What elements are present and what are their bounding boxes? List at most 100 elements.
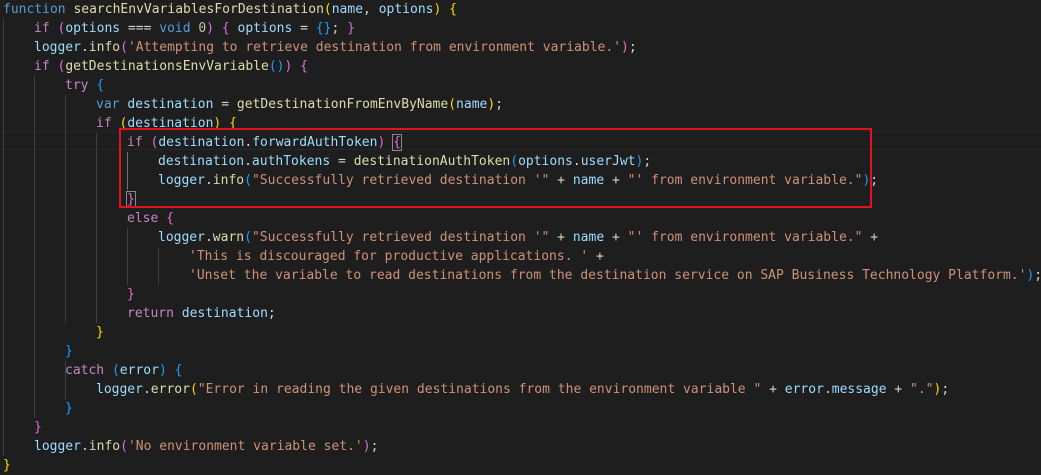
code-token: logger	[158, 230, 205, 245]
code-token: ;	[370, 439, 379, 454]
code-token: name	[331, 2, 364, 17]
code-token: }	[127, 287, 135, 302]
code-token: logger	[158, 173, 205, 188]
code-token: +	[604, 173, 628, 188]
code-token: .	[204, 173, 213, 188]
code-token: +	[604, 230, 628, 245]
code-line[interactable]: return destination;	[3, 304, 276, 323]
code-token: destination	[158, 154, 245, 169]
code-token: +	[862, 230, 879, 245]
code-token: +	[549, 230, 573, 245]
code-token: "Error in reading the given destinations…	[197, 382, 762, 397]
code-token: )	[621, 40, 629, 55]
code-token: error	[784, 382, 824, 397]
code-line[interactable]: }	[3, 418, 42, 437]
code-token: message	[831, 382, 887, 397]
code-token: {	[174, 363, 183, 378]
code-token: function	[3, 2, 66, 17]
code-token: options	[237, 21, 293, 36]
code-token: getDestinationsEnvVariable	[65, 59, 269, 74]
code-token: if	[34, 21, 50, 36]
code-token: (	[244, 230, 252, 245]
code-line[interactable]: }	[3, 323, 104, 342]
code-line[interactable]: logger.error("Error in reading the given…	[3, 380, 949, 399]
code-line[interactable]: if (destination) {	[3, 114, 237, 133]
code-token: logger	[34, 439, 81, 454]
code-line[interactable]: destination.authTokens = destinationAuth…	[3, 152, 651, 171]
code-token: catch	[65, 363, 105, 378]
code-token: options	[378, 2, 434, 17]
code-line[interactable]: }	[3, 399, 73, 418]
code-token: )	[487, 97, 496, 112]
code-token: destination	[181, 306, 268, 321]
code-token: name	[456, 97, 488, 112]
code-token: {	[229, 116, 237, 131]
code-line[interactable]: if (getDestinationsEnvVariable()) {	[3, 57, 308, 76]
code-token: (	[510, 154, 519, 169]
code-token: destination	[127, 116, 214, 131]
code-token: logger	[96, 382, 143, 397]
code-token: ===	[120, 21, 160, 36]
code-line[interactable]: logger.info('Attempting to retrieve dest…	[3, 38, 637, 57]
code-line[interactable]: if (options === void 0) { options = {}; …	[3, 19, 355, 38]
code-token: }	[65, 344, 73, 359]
code-line[interactable]: var destination = getDestinationFromEnvB…	[3, 95, 503, 114]
code-token: options	[65, 21, 121, 36]
code-token: warn	[212, 230, 245, 245]
code-line[interactable]: logger.info('No environment variable set…	[3, 437, 378, 456]
code-token: .	[80, 40, 89, 55]
code-line[interactable]: if (destination.forwardAuthToken) {	[3, 133, 402, 152]
code-token: "Successfully retrieved destination '"	[251, 173, 550, 188]
code-token: {	[166, 211, 174, 226]
code-token: 'No environment variable set.'	[127, 439, 363, 454]
code-token: )	[206, 21, 215, 36]
code-line[interactable]: logger.warn("Successfully retrieved dest…	[3, 228, 878, 247]
code-token: 'This is discouraged for productive appl…	[189, 249, 589, 264]
code-token: if	[96, 116, 112, 131]
code-token: }	[96, 325, 104, 340]
code-token: }	[65, 401, 73, 416]
code-token: +	[549, 173, 573, 188]
code-token: ;	[643, 154, 652, 169]
code-line[interactable]: try {	[3, 76, 104, 95]
code-token: =	[213, 97, 237, 112]
code-line[interactable]: logger.info("Successfully retrieved dest…	[3, 171, 878, 190]
code-token: }	[3, 458, 11, 473]
code-line[interactable]: }	[3, 456, 11, 475]
code-token: info	[88, 439, 121, 454]
code-line[interactable]: else {	[3, 209, 174, 228]
code-line[interactable]: }	[3, 190, 136, 209]
code-token: (	[448, 97, 457, 112]
code-line[interactable]: }	[3, 342, 73, 361]
code-token: getDestinationFromEnvByName	[236, 97, 449, 112]
code-token: .	[80, 439, 89, 454]
code-line[interactable]: catch (error) {	[3, 361, 182, 380]
code-line[interactable]: function searchEnvVariablesForDestinatio…	[3, 0, 457, 19]
code-token: .	[142, 382, 151, 397]
code-token: authTokens	[251, 154, 331, 169]
code-token: else	[127, 211, 159, 226]
code-token: {	[449, 2, 457, 17]
code-token: +	[761, 382, 785, 397]
code-line[interactable]: 'Unset the variable to read destinations…	[3, 266, 1041, 285]
code-token: .	[204, 230, 213, 245]
code-token: (	[323, 2, 332, 17]
code-token: if	[34, 59, 50, 74]
code-token: {	[96, 78, 105, 93]
code-token: return	[127, 306, 174, 321]
code-line[interactable]: }	[3, 285, 135, 304]
code-token: ;	[495, 97, 504, 112]
code-token: error	[119, 363, 159, 378]
code-editor[interactable]: function searchEnvVariablesForDestinatio…	[0, 0, 1041, 475]
code-token: "' from environment variable."	[627, 173, 863, 188]
code-line[interactable]: 'This is discouraged for productive appl…	[3, 247, 604, 266]
code-token: "Successfully retrieved destination '"	[251, 230, 550, 245]
code-token: ;	[628, 40, 637, 55]
